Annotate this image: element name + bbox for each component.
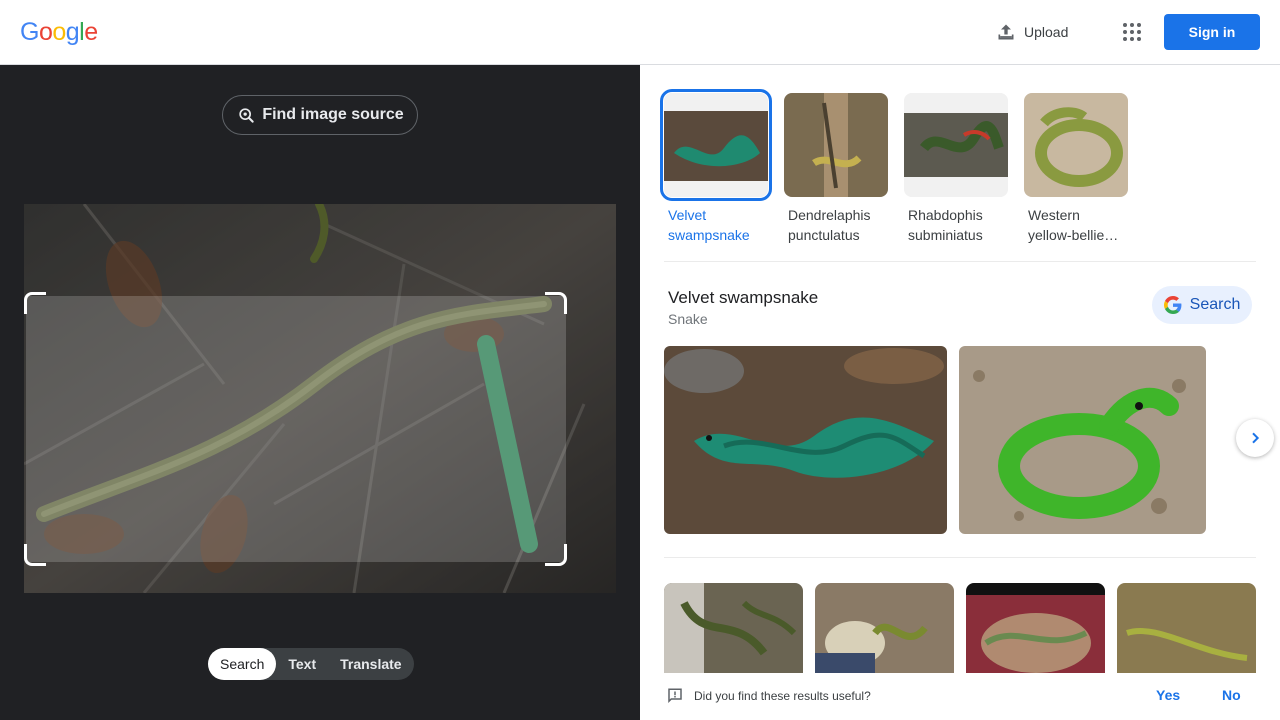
entity-thumb[interactable]: Rhabdophis subminiatus bbox=[904, 93, 1008, 245]
entity-thumb-label: Velvet swampsnake bbox=[668, 207, 750, 243]
entity-thumb-label: Rhabdophis subminiatus bbox=[908, 207, 983, 243]
entity-thumb[interactable]: Western yellow-bellie… bbox=[1024, 93, 1128, 245]
entity-thumb-image bbox=[1024, 93, 1128, 197]
google-logo[interactable]: Google bbox=[20, 18, 98, 47]
entity-search-button[interactable]: Search bbox=[1152, 286, 1252, 324]
top-bar: Google Upload Sign in bbox=[0, 0, 1280, 65]
logo-letter: o bbox=[52, 18, 66, 46]
crop-selection[interactable] bbox=[26, 296, 566, 562]
entity-thumb-image bbox=[784, 93, 888, 197]
entity-search-label: Search bbox=[1189, 296, 1241, 313]
entity-thumb[interactable]: Velvet swampsnake bbox=[660, 89, 772, 245]
google-g-icon bbox=[1163, 296, 1182, 314]
tab-text[interactable]: Text bbox=[276, 648, 328, 680]
image-preview-panel: Find image source Search Text Translate bbox=[0, 65, 640, 720]
feedback-bar: Did you find these results useful? Yes N… bbox=[640, 673, 1280, 720]
tab-translate[interactable]: Translate bbox=[328, 648, 413, 680]
feedback-no-button[interactable]: No bbox=[1222, 687, 1241, 703]
crop-handle-bottom-left[interactable] bbox=[24, 544, 46, 566]
result-image[interactable] bbox=[959, 346, 1206, 534]
upload-icon bbox=[998, 24, 1014, 40]
result-image[interactable] bbox=[815, 583, 954, 673]
mode-tabs: Search Text Translate bbox=[208, 648, 414, 680]
feedback-icon bbox=[668, 688, 682, 704]
entity-thumb-label: Dendrelaphis punctulatus bbox=[788, 207, 871, 243]
find-image-source-button[interactable]: Find image source bbox=[222, 95, 418, 135]
carousel-next-button[interactable] bbox=[1236, 419, 1274, 457]
result-image[interactable] bbox=[1117, 583, 1256, 673]
entity-subtitle: Snake bbox=[668, 311, 708, 327]
crop-handle-top-left[interactable] bbox=[24, 292, 46, 314]
result-image[interactable] bbox=[664, 583, 803, 673]
apps-grid-icon bbox=[1123, 23, 1141, 41]
apps-button[interactable] bbox=[1116, 16, 1148, 48]
feedback-yes-button[interactable]: Yes bbox=[1156, 687, 1180, 703]
feedback-question: Did you find these results useful? bbox=[694, 689, 871, 703]
logo-letter: e bbox=[84, 18, 98, 46]
upload-label: Upload bbox=[1024, 24, 1069, 40]
find-source-label: Find image source bbox=[262, 106, 404, 123]
entity-thumb-image bbox=[660, 89, 772, 201]
result-image[interactable] bbox=[664, 346, 947, 534]
lens-search-icon bbox=[239, 108, 255, 123]
entity-thumb[interactable]: Dendrelaphis punctulatus bbox=[784, 93, 888, 245]
upload-button[interactable]: Upload bbox=[986, 14, 1078, 50]
entity-thumb-image bbox=[904, 93, 1008, 197]
section-divider bbox=[664, 261, 1256, 262]
uploaded-image[interactable] bbox=[24, 204, 616, 593]
logo-letter: G bbox=[20, 18, 39, 46]
logo-letter: g bbox=[65, 18, 80, 46]
entity-thumb-label: Western yellow-bellie… bbox=[1028, 207, 1119, 243]
chevron-right-icon bbox=[1252, 432, 1260, 444]
logo-letter: o bbox=[38, 18, 53, 46]
results-panel: Velvet swampsnake Dendrelaphis punctulat… bbox=[640, 65, 1280, 720]
crop-handle-bottom-right[interactable] bbox=[545, 544, 567, 566]
result-image[interactable] bbox=[966, 583, 1105, 673]
entity-title[interactable]: Velvet swampsnake bbox=[668, 288, 818, 308]
sign-in-button[interactable]: Sign in bbox=[1164, 14, 1260, 50]
crop-handle-top-right[interactable] bbox=[545, 292, 567, 314]
tab-search[interactable]: Search bbox=[208, 648, 277, 680]
section-divider bbox=[664, 557, 1256, 558]
related-entities: Velvet swampsnake Dendrelaphis punctulat… bbox=[660, 89, 1128, 245]
